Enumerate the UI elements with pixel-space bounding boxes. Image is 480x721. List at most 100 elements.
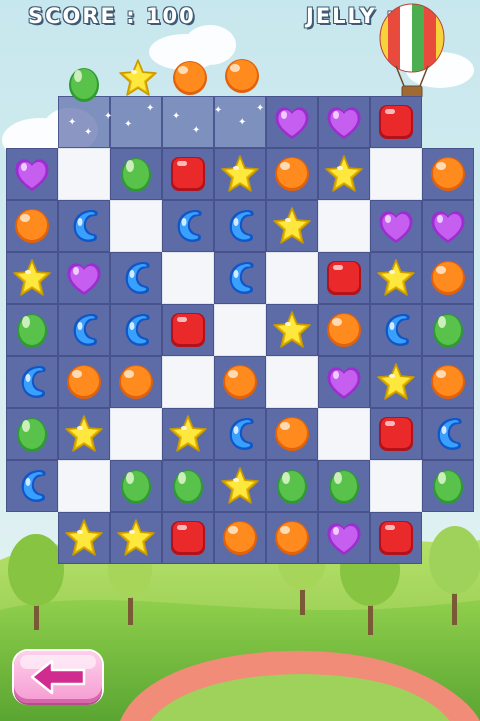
- candy-blue-jellybean[interactable]: [110, 304, 162, 356]
- candy-red-square[interactable]: [162, 304, 214, 356]
- board-cell-cleared[interactable]: [370, 460, 422, 512]
- incoming-candy-green-bean: [58, 58, 110, 110]
- orange-ball-icon: [15, 209, 49, 243]
- candy-red-square[interactable]: [370, 96, 422, 148]
- orange-ball-icon: [431, 261, 465, 295]
- yellow-star-icon: [273, 311, 311, 348]
- board-cell-cleared[interactable]: [370, 148, 422, 200]
- candy-yellow-star[interactable]: [266, 200, 318, 252]
- candy-purple-heart[interactable]: [6, 148, 58, 200]
- candy-blue-jellybean[interactable]: [214, 408, 266, 460]
- candy-orange-ball[interactable]: [266, 408, 318, 460]
- candy-red-square[interactable]: [370, 512, 422, 564]
- blue-jellybean-icon: [73, 210, 98, 242]
- candy-green-bean[interactable]: [422, 460, 474, 512]
- candy-orange-ball[interactable]: [6, 200, 58, 252]
- sparkle-icon: ✦: [192, 125, 201, 136]
- candy-purple-heart[interactable]: [422, 200, 474, 252]
- orange-ball-icon: [173, 61, 207, 95]
- board-cell-cleared[interactable]: [266, 252, 318, 304]
- board-cell-cleared[interactable]: [214, 304, 266, 356]
- candy-green-bean[interactable]: [110, 460, 162, 512]
- candy-yellow-star[interactable]: [370, 252, 422, 304]
- candy-yellow-star[interactable]: [6, 252, 58, 304]
- blue-jellybean-icon: [177, 210, 202, 242]
- candy-purple-heart[interactable]: [318, 96, 370, 148]
- candy-blue-jellybean[interactable]: [6, 356, 58, 408]
- candy-blue-jellybean[interactable]: [214, 252, 266, 304]
- candy-red-square[interactable]: [318, 252, 370, 304]
- candy-blue-jellybean[interactable]: [214, 200, 266, 252]
- blue-jellybean-icon: [125, 314, 150, 346]
- candy-yellow-star[interactable]: [58, 512, 110, 564]
- purple-heart-icon: [15, 159, 49, 191]
- board-cell-cleared[interactable]: [58, 148, 110, 200]
- candy-green-bean[interactable]: [162, 460, 214, 512]
- candy-blue-jellybean[interactable]: [162, 200, 214, 252]
- board-cell-cleared[interactable]: [110, 408, 162, 460]
- candy-blue-jellybean[interactable]: [422, 408, 474, 460]
- candy-green-bean[interactable]: [6, 408, 58, 460]
- candy-red-square[interactable]: [162, 148, 214, 200]
- candy-yellow-star[interactable]: [58, 408, 110, 460]
- sparkle-icon: ✦: [214, 105, 223, 116]
- candy-green-bean[interactable]: [266, 460, 318, 512]
- back-button[interactable]: [14, 651, 102, 703]
- board-cell-cleared[interactable]: [266, 356, 318, 408]
- candy-blue-jellybean[interactable]: [58, 304, 110, 356]
- candy-purple-heart[interactable]: [318, 356, 370, 408]
- candy-purple-heart[interactable]: [58, 252, 110, 304]
- candy-orange-ball[interactable]: [266, 512, 318, 564]
- board-cell-cleared[interactable]: [162, 356, 214, 408]
- board-cell-cleared[interactable]: [318, 408, 370, 460]
- purple-heart-icon: [327, 367, 361, 399]
- back-arrow-icon: [30, 659, 86, 695]
- orange-ball-icon: [225, 59, 259, 93]
- sparkle-icon: ✦: [68, 117, 77, 128]
- candy-orange-ball[interactable]: [422, 252, 474, 304]
- red-square-icon: [171, 313, 205, 347]
- candy-yellow-star[interactable]: [318, 148, 370, 200]
- incoming-candy-orange-ball: [164, 52, 216, 104]
- candy-yellow-star[interactable]: [266, 304, 318, 356]
- candy-orange-ball[interactable]: [58, 356, 110, 408]
- candy-orange-ball[interactable]: [214, 512, 266, 564]
- candy-blue-jellybean[interactable]: [58, 200, 110, 252]
- candy-blue-jellybean[interactable]: [370, 304, 422, 356]
- candy-red-square[interactable]: [370, 408, 422, 460]
- board-cell-cleared[interactable]: [318, 200, 370, 252]
- blue-jellybean-icon: [21, 366, 46, 398]
- board-cell-cleared[interactable]: [110, 200, 162, 252]
- candy-green-bean[interactable]: [422, 304, 474, 356]
- candy-purple-heart[interactable]: [266, 96, 318, 148]
- board-cell-cleared[interactable]: [58, 460, 110, 512]
- green-bean-icon: [433, 470, 463, 504]
- candy-orange-ball[interactable]: [214, 356, 266, 408]
- candy-red-square[interactable]: [162, 512, 214, 564]
- candy-yellow-star[interactable]: [214, 460, 266, 512]
- candy-green-bean[interactable]: [318, 460, 370, 512]
- candy-purple-heart[interactable]: [370, 200, 422, 252]
- yellow-star-icon: [325, 155, 363, 192]
- green-bean-icon: [69, 68, 99, 102]
- candy-orange-ball[interactable]: [422, 148, 474, 200]
- sparkle-icon: ✦: [84, 127, 93, 138]
- candy-green-bean[interactable]: [6, 304, 58, 356]
- orange-ball-icon: [67, 365, 101, 399]
- candy-green-bean[interactable]: [110, 148, 162, 200]
- candy-blue-jellybean[interactable]: [110, 252, 162, 304]
- candy-yellow-star[interactable]: [162, 408, 214, 460]
- purple-heart-icon: [431, 211, 465, 243]
- candy-purple-heart[interactable]: [318, 512, 370, 564]
- candy-yellow-star[interactable]: [110, 512, 162, 564]
- candy-orange-ball[interactable]: [318, 304, 370, 356]
- purple-heart-icon: [327, 523, 361, 555]
- board-cell-cleared[interactable]: [162, 252, 214, 304]
- candy-yellow-star[interactable]: [370, 356, 422, 408]
- candy-orange-ball[interactable]: [110, 356, 162, 408]
- candy-orange-ball[interactable]: [422, 356, 474, 408]
- candy-yellow-star[interactable]: [214, 148, 266, 200]
- candy-blue-jellybean[interactable]: [6, 460, 58, 512]
- candy-orange-ball[interactable]: [266, 148, 318, 200]
- green-bean-icon: [17, 314, 47, 348]
